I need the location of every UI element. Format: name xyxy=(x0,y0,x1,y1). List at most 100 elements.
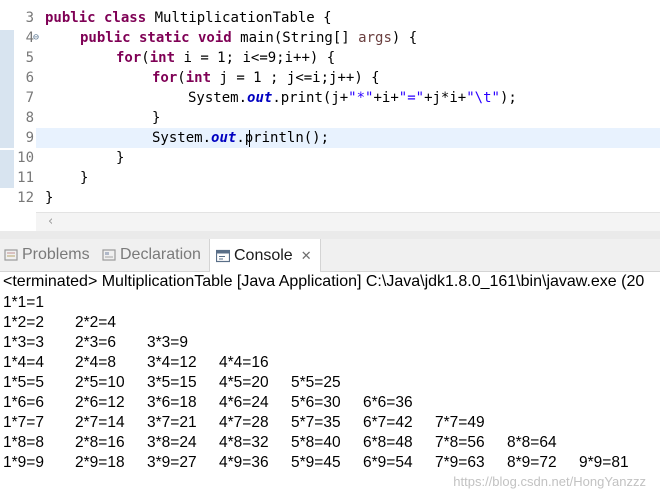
line-number: 8 xyxy=(25,110,34,126)
tab-label: Problems xyxy=(22,246,90,263)
code-line-3[interactable]: public class MultiplicationTable { xyxy=(45,8,332,28)
tab-label: Console xyxy=(234,246,293,264)
output-cell: 2*3=6 xyxy=(75,334,116,351)
output-cell: 5*6=30 xyxy=(291,394,341,411)
output-cell: 8*9=72 xyxy=(507,454,557,471)
output-cell: 3*3=9 xyxy=(147,334,188,351)
output-cell: 6*6=36 xyxy=(363,394,413,411)
keyword: int xyxy=(185,70,212,86)
code-text: i = 1; i<=9;i++) { xyxy=(175,50,336,66)
change-ruler-bottom xyxy=(0,150,14,188)
output-cell: 7*8=56 xyxy=(435,434,485,451)
close-icon[interactable]: ✕ xyxy=(301,248,312,264)
output-cell: 5*8=40 xyxy=(291,434,341,451)
output-cell: 6*7=42 xyxy=(363,414,413,431)
code-text: System. xyxy=(152,130,212,146)
change-ruler-top xyxy=(0,30,14,148)
keyword: int xyxy=(149,50,176,66)
code-text: System. xyxy=(188,90,248,106)
string-literal: "*" xyxy=(348,90,374,106)
tab-console[interactable]: Console ✕ xyxy=(209,239,321,272)
output-cell: 4*9=36 xyxy=(219,454,269,471)
output-cell: 1*8=8 xyxy=(3,434,44,451)
keyword: for xyxy=(152,70,178,86)
output-cell: 1*6=6 xyxy=(3,394,44,411)
code-text: j = 1 ; j<=i;j++) { xyxy=(211,70,380,86)
static-field: out xyxy=(247,90,273,106)
output-cell: 7*9=63 xyxy=(435,454,485,471)
line-number: 4 xyxy=(25,30,34,46)
line-number: 5 xyxy=(25,50,34,66)
keyword: for xyxy=(116,50,142,66)
output-cell: 8*8=64 xyxy=(507,434,557,451)
text-caret xyxy=(249,130,250,147)
line-number: 12 xyxy=(17,190,34,206)
output-cell: 1*1=1 xyxy=(3,294,44,311)
horizontal-scrollbar[interactable]: ‹ xyxy=(36,212,660,231)
code-line-5[interactable]: for(int i = 1; i<=9;i++) { xyxy=(116,48,335,68)
tab-label: Declaration xyxy=(120,246,201,263)
output-cell: 1*2=2 xyxy=(3,314,44,331)
keyword: public static void xyxy=(80,30,232,46)
code-text: +i+ xyxy=(373,90,399,106)
current-line-highlight xyxy=(36,128,660,148)
code-line-4[interactable]: public static void main(String[] args) { xyxy=(80,28,417,48)
output-cell: 5*9=45 xyxy=(291,454,341,471)
console-view[interactable]: <terminated> MultiplicationTable [Java A… xyxy=(0,272,660,499)
code-text: main(String[] xyxy=(231,30,359,46)
output-cell: 9*9=81 xyxy=(579,454,629,471)
output-cell: 4*6=24 xyxy=(219,394,269,411)
output-cell: 1*7=7 xyxy=(3,414,44,431)
string-literal: "=" xyxy=(398,90,425,106)
output-cell: 4*7=28 xyxy=(219,414,269,431)
output-cell: 1*3=3 xyxy=(3,334,44,351)
output-cell: 1*4=4 xyxy=(3,354,44,371)
output-cell: 3*6=18 xyxy=(147,394,197,411)
parameter: args xyxy=(358,30,392,46)
console-icon xyxy=(215,249,231,263)
output-cell: 3*7=21 xyxy=(147,414,197,431)
code-line-8[interactable]: } xyxy=(152,108,160,128)
code-text: } xyxy=(152,110,161,126)
code-text: .println(); xyxy=(236,130,330,146)
output-cell: 4*8=32 xyxy=(219,434,269,451)
code-text: .print(j+ xyxy=(272,90,349,106)
code-text: +j*i+ xyxy=(424,90,467,106)
problems-icon xyxy=(4,248,18,262)
code-line-11[interactable]: } xyxy=(80,168,88,188)
fold-collapse-icon[interactable]: ⊖ xyxy=(33,28,39,48)
code-line-10[interactable]: } xyxy=(116,148,124,168)
code-text: ) { xyxy=(391,30,418,46)
tab-declaration[interactable]: Declaration xyxy=(102,239,201,271)
static-field: out xyxy=(211,130,237,146)
keyword: public class xyxy=(45,10,147,26)
code-text: } xyxy=(45,190,54,206)
output-cell: 2*8=16 xyxy=(75,434,125,451)
code-line-9[interactable]: System.out.println(); xyxy=(152,128,329,148)
line-number: 10 xyxy=(17,150,34,166)
line-number: 3 xyxy=(25,10,34,26)
pane-splitter[interactable] xyxy=(0,231,660,239)
code-line-7[interactable]: System.out.print(j+"*"+i+"="+j*i+"\t"); xyxy=(188,88,517,108)
output-cell: 5*7=35 xyxy=(291,414,341,431)
output-cell: 2*5=10 xyxy=(75,374,125,391)
output-cell: 3*5=15 xyxy=(147,374,197,391)
output-cell: 3*4=12 xyxy=(147,354,197,371)
output-cell: 4*4=16 xyxy=(219,354,269,371)
declaration-icon xyxy=(102,248,116,262)
code-text: ); xyxy=(499,90,517,106)
code-line-6[interactable]: for(int j = 1 ; j<=i;j++) { xyxy=(152,68,380,88)
line-number: 6 xyxy=(25,70,34,86)
line-number: 9 xyxy=(25,130,34,146)
code-editor[interactable]: 3 4 ⊖ 5 6 7 8 9 10 11 12 public class Mu… xyxy=(0,0,660,212)
code-text: } xyxy=(80,170,89,186)
output-cell: 5*5=25 xyxy=(291,374,341,391)
output-cell: 2*6=12 xyxy=(75,394,125,411)
tab-problems[interactable]: Problems xyxy=(4,239,90,271)
output-cell: 3*9=27 xyxy=(147,454,197,471)
code-text: } xyxy=(116,150,125,166)
scroll-left-icon[interactable]: ‹ xyxy=(48,214,53,229)
code-line-12[interactable]: } xyxy=(45,188,53,208)
line-number: 11 xyxy=(17,170,34,186)
output-cell: 2*2=4 xyxy=(75,314,116,331)
